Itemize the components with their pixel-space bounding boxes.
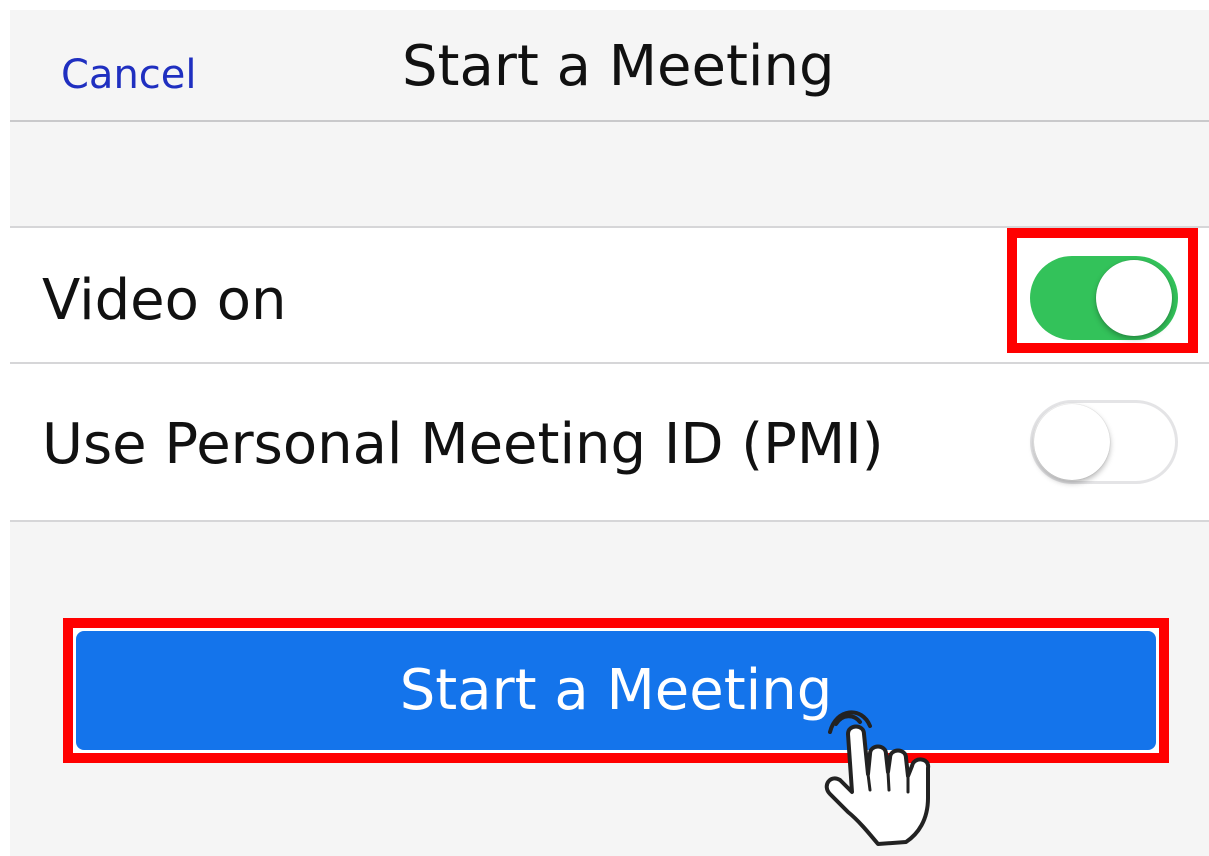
use-pmi-toggle[interactable] xyxy=(1030,400,1178,484)
cancel-button[interactable]: Cancel xyxy=(61,52,197,98)
start-meeting-button[interactable]: Start a Meeting xyxy=(76,631,1156,750)
page-title: Start a Meeting xyxy=(402,34,835,99)
use-pmi-label: Use Personal Meeting ID (PMI) xyxy=(42,412,884,477)
toggle-knob xyxy=(1034,404,1110,480)
hand-pointer-icon xyxy=(824,710,931,846)
setting-row-use-pmi: Use Personal Meeting ID (PMI) xyxy=(10,364,1209,522)
start-meeting-screen: Cancel Start a Meeting Video on Use Pers… xyxy=(10,10,1209,856)
start-button-highlight-box: Start a Meeting xyxy=(63,618,1169,763)
navigation-bar: Cancel Start a Meeting xyxy=(10,10,1209,122)
video-on-label: Video on xyxy=(42,268,287,333)
toggle-highlight-box xyxy=(1007,228,1198,353)
